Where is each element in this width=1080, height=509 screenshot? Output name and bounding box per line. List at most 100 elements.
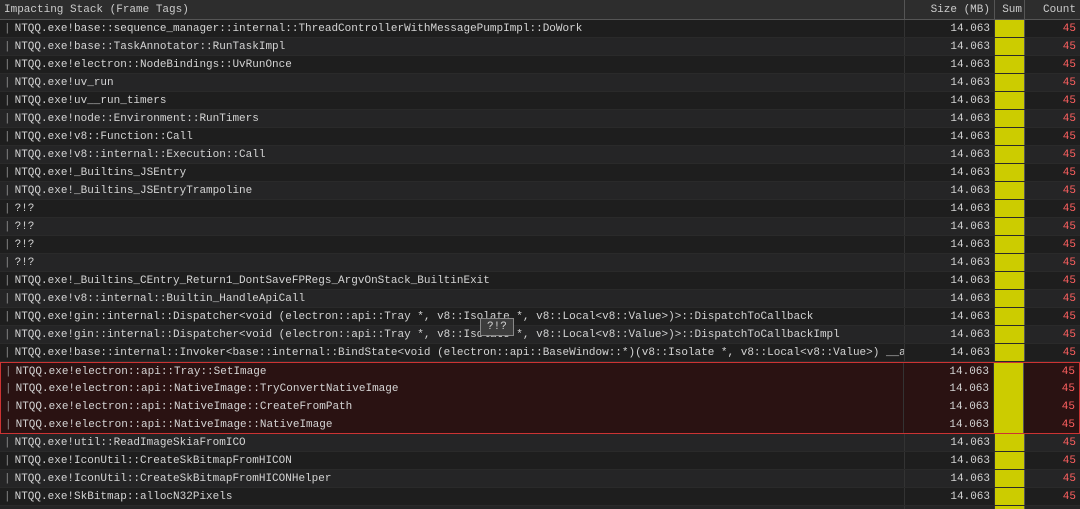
cell-stack: |NTQQ.exe!v8::internal::Builtin_HandleAp… [0, 290, 905, 307]
table-row[interactable]: |NTQQ.exe!base::TaskAnnotator::RunTaskIm… [0, 38, 1080, 56]
table-row[interactable]: |NTQQ.exe!base::internal::Invoker<base::… [0, 344, 1080, 362]
table-row[interactable]: |?!?14.06345 [0, 236, 1080, 254]
cell-count: 45 [1025, 92, 1080, 109]
cell-count: 45 [1025, 326, 1080, 343]
cell-size: 14.063 [905, 308, 995, 325]
table-row[interactable]: |NTQQ.exe!SkBitmap::allocN32Pixels14.063… [0, 488, 1080, 506]
cell-size: 14.063 [905, 326, 995, 343]
table-row[interactable]: |NTQQ.exe!_Builtins_JSEntryTrampoline14.… [0, 182, 1080, 200]
cell-count: 45 [1025, 164, 1080, 181]
cell-count: 45 [1025, 200, 1080, 217]
cell-count: 45 [1024, 363, 1079, 380]
cell-count: 45 [1025, 110, 1080, 127]
cell-stack: |NTQQ.exe!_Builtins_CEntry_Return1_DontS… [0, 272, 905, 289]
table-row[interactable]: |NTQQ.exe!electron::api::NativeImage::Na… [0, 416, 1080, 434]
cell-sum [994, 380, 1024, 398]
table-row[interactable]: |NTQQ.exe!IconUtil::CreateSkBitmapFromHI… [0, 470, 1080, 488]
cell-stack: |NTQQ.exe!gin::internal::Dispatcher<void… [0, 326, 905, 343]
cell-size: 14.063 [905, 56, 995, 73]
cell-count: 45 [1025, 290, 1080, 307]
cell-size: 14.063 [905, 200, 995, 217]
cell-size: 14.063 [905, 38, 995, 55]
cell-stack: |NTQQ.exe!electron::api::NativeImage::Tr… [1, 380, 904, 398]
cell-sum [995, 38, 1025, 55]
cell-sum [995, 236, 1025, 253]
cell-sum [995, 470, 1025, 487]
table-row[interactable]: |NTQQ.exe!electron::api::Tray::SetImage1… [0, 362, 1080, 380]
cell-stack: |NTQQ.exe!electron::api::NativeImage::Cr… [1, 398, 904, 416]
cell-size: 14.063 [904, 416, 994, 433]
cell-sum [995, 182, 1025, 199]
table-row[interactable]: |NTQQ.exe!base::sequence_manager::intern… [0, 20, 1080, 38]
cell-size: 14.063 [905, 236, 995, 253]
table-row[interactable]: |NTQQ.exe!v8::internal::Execution::Call1… [0, 146, 1080, 164]
cell-stack: |NTQQ.exe!electron::NodeBindings::UvRunO… [0, 56, 905, 73]
table-row[interactable]: |NTQQ.exe!electron::api::NativeImage::Cr… [0, 398, 1080, 416]
cell-stack: |NTQQ.exe!electron::api::NativeImage::Na… [1, 416, 904, 433]
cell-stack: |NTQQ.exe!base::TaskAnnotator::RunTaskIm… [0, 38, 905, 55]
table-row[interactable]: |NTQQ.exe!electron::NodeBindings::UvRunO… [0, 56, 1080, 74]
cell-stack: |NTQQ.exe!node::Environment::RunTimers [0, 110, 905, 127]
cell-count: 45 [1025, 218, 1080, 235]
cell-size: 14.063 [905, 164, 995, 181]
cell-stack: |NTQQ.exe!uv__run_timers [0, 92, 905, 109]
cell-count: 45 [1025, 308, 1080, 325]
table-row[interactable]: |?!?14.06345 [0, 200, 1080, 218]
table-row[interactable]: |NTQQ.exe!uv_run14.06345 [0, 74, 1080, 92]
table-row[interactable]: |?!?14.06345 [0, 218, 1080, 236]
cell-stack: |?!? [0, 218, 905, 235]
table-row[interactable]: |NTQQ.exe!uv__run_timers14.06345 [0, 92, 1080, 110]
cell-sum [995, 200, 1025, 217]
cell-size: 14.063 [905, 344, 995, 361]
table-row[interactable]: |NTQQ.exe!gin::internal::Dispatcher<void… [0, 326, 1080, 344]
cell-stack: |NTQQ.exe!SkBitmap::allocN32Pixels [0, 488, 905, 505]
cell-count: 45 [1025, 434, 1080, 451]
table-row[interactable]: |NTQQ.exe!gin::internal::Dispatcher<void… [0, 308, 1080, 326]
cell-size: 14.063 [904, 398, 994, 416]
cell-count: 45 [1025, 56, 1080, 73]
cell-stack: |?!? [0, 254, 905, 271]
cell-count: 45 [1025, 74, 1080, 91]
cell-size: 14.063 [905, 254, 995, 271]
cell-count: 45 [1024, 398, 1079, 416]
cell-stack: |NTQQ.exe!_Builtins_JSEntryTrampoline [0, 182, 905, 199]
cell-sum [995, 344, 1025, 361]
cell-size: 14.063 [904, 363, 994, 380]
cell-count: 45 [1024, 416, 1079, 433]
cell-stack: |?!? [0, 236, 905, 253]
cell-count: 45 [1025, 254, 1080, 271]
cell-sum [995, 164, 1025, 181]
cell-count: 45 [1025, 20, 1080, 37]
table-row[interactable]: |NTQQ.exe!v8::internal::Builtin_HandleAp… [0, 290, 1080, 308]
cell-stack: |NTQQ.exe!v8::Function::Call [0, 128, 905, 145]
cell-stack: |NTQQ.exe!gin::internal::Dispatcher<void… [0, 308, 905, 325]
header-count: Count [1025, 0, 1080, 19]
cell-sum [994, 363, 1024, 380]
table-row[interactable]: |?!?14.063 45 [0, 254, 1080, 272]
cell-sum [995, 308, 1025, 325]
cell-sum [995, 272, 1025, 289]
cell-count: 45 [1025, 182, 1080, 199]
table-row[interactable]: |NTQQ.exe!node::Environment::RunTimers14… [0, 110, 1080, 128]
table-row[interactable]: |NTQQ.exe!util::ReadImageSkiaFromICO14.0… [0, 434, 1080, 452]
table-header: Impacting Stack (Frame Tags) Size (MB) S… [0, 0, 1080, 20]
cell-stack: |NTQQ.exe!util::ReadImageSkiaFromICO [0, 434, 905, 451]
cell-size: 14.063 [905, 110, 995, 127]
cell-count: 45 [1024, 380, 1079, 398]
table-row[interactable]: |NTQQ.exe!_Builtins_CEntry_Return1_DontS… [0, 272, 1080, 290]
cell-stack: |NTQQ.exe!base::internal::Invoker<base::… [0, 344, 905, 361]
cell-size: 14.063 [905, 272, 995, 289]
table-body[interactable]: |NTQQ.exe!base::sequence_manager::intern… [0, 20, 1080, 509]
main-table: Impacting Stack (Frame Tags) Size (MB) S… [0, 0, 1080, 509]
table-row[interactable]: |NTQQ.exe!v8::Function::Call14.06345 [0, 128, 1080, 146]
table-row[interactable]: |NTQQ.exe!electron::api::NativeImage::Tr… [0, 380, 1080, 398]
table-row[interactable]: |NTQQ.exe!IconUtil::CreateSkBitmapFromHI… [0, 452, 1080, 470]
cell-sum [994, 398, 1024, 416]
cell-stack: |NTQQ.exe!base::sequence_manager::intern… [0, 20, 905, 37]
cell-size: 14.063 [905, 146, 995, 163]
cell-stack: |NTQQ.exe!electron::api::Tray::SetImage [1, 363, 904, 380]
cell-count: 45 [1025, 128, 1080, 145]
cell-count: 45 [1025, 38, 1080, 55]
table-row[interactable]: |NTQQ.exe!_Builtins_JSEntry14.06345 [0, 164, 1080, 182]
cell-count: 45 [1025, 146, 1080, 163]
